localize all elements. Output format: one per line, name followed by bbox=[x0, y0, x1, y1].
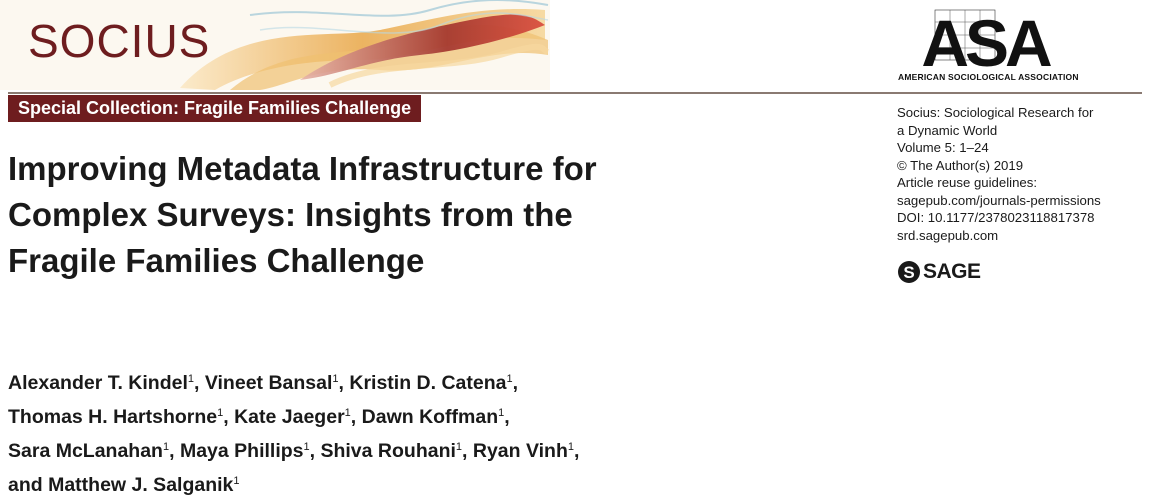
author: Dawn Koffman1, bbox=[362, 406, 510, 428]
header-rule bbox=[8, 92, 1142, 94]
author: Ryan Vinh1, bbox=[473, 440, 580, 462]
asa-caption: AMERICAN SOCIOLOGICAL ASSOCIATION bbox=[898, 72, 1079, 82]
asa-letters: ASA bbox=[921, 6, 1051, 80]
metadata-line: © The Author(s) 2019 bbox=[897, 157, 1024, 173]
author-separator: , bbox=[194, 372, 200, 394]
title-line: Improving Metadata Infrastructure for bbox=[8, 150, 597, 187]
journal-metadata: Socius: Sociological Research for a Dynam… bbox=[897, 104, 1147, 244]
author-name: Maya Phillips bbox=[179, 440, 304, 462]
author-line: and Matthew J. Salganik1 bbox=[8, 466, 888, 500]
author: Shiva Rouhani1, bbox=[320, 440, 467, 462]
article-title: Improving Metadata Infrastructure for Com… bbox=[8, 146, 868, 284]
title-line: Fragile Families Challenge bbox=[8, 242, 425, 279]
author-name: Vineet Bansal bbox=[204, 372, 333, 394]
sage-s-icon: S bbox=[898, 261, 920, 283]
author: Sara McLanahan1, bbox=[8, 440, 175, 462]
title-line: Complex Surveys: Insights from the bbox=[8, 196, 573, 233]
author-name: Dawn Koffman bbox=[361, 406, 499, 428]
author-name: and Matthew J. Salganik bbox=[8, 474, 234, 496]
author-separator: , bbox=[574, 440, 580, 462]
metadata-line: Socius: Sociological Research for bbox=[897, 105, 1094, 120]
author-name: Kristin D. Catena bbox=[349, 372, 507, 394]
author: Vineet Bansal1, bbox=[205, 372, 344, 394]
author-line: Thomas H. Hartshorne1, Kate Jaeger1, Daw… bbox=[8, 398, 888, 432]
author-name: Shiva Rouhani bbox=[320, 440, 456, 462]
metadata-line: Article reuse guidelines: bbox=[897, 175, 1038, 190]
author-separator: , bbox=[338, 372, 344, 394]
author: Kate Jaeger1, bbox=[234, 406, 356, 428]
author-name: Alexander T. Kindel bbox=[8, 372, 188, 394]
metadata-line: a Dynamic World bbox=[897, 122, 998, 138]
collection-label: Special Collection: Fragile Families Cha… bbox=[8, 95, 422, 122]
journal-banner: SOCIUS bbox=[0, 0, 550, 90]
publisher-name: SAGE bbox=[923, 260, 981, 283]
author-name: Ryan Vinh bbox=[472, 440, 568, 462]
author-separator: , bbox=[350, 406, 357, 428]
author-line: Sara McLanahan1, Maya Phillips1, Shiva R… bbox=[8, 432, 888, 466]
metadata-line: srd.sagepub.com bbox=[897, 227, 999, 243]
svg-text:S: S bbox=[903, 263, 914, 282]
author: and Matthew J. Salganik1 bbox=[8, 474, 240, 496]
affiliation-marker: 1 bbox=[233, 475, 240, 487]
author-name: Sara McLanahan bbox=[8, 440, 163, 462]
author-separator: , bbox=[169, 440, 175, 462]
author-separator: , bbox=[512, 372, 519, 394]
metadata-line: Volume 5: 1–24 bbox=[897, 140, 989, 155]
author-separator: , bbox=[309, 440, 316, 462]
author: Kristin D. Catena1, bbox=[349, 372, 518, 394]
author: Maya Phillips1, bbox=[180, 440, 315, 462]
author-separator: , bbox=[462, 440, 468, 462]
author-separator: , bbox=[504, 406, 510, 428]
sage-logo: S SAGE bbox=[897, 259, 981, 285]
journal-name: SOCIUS bbox=[28, 15, 211, 67]
author-name: Thomas H. Hartshorne bbox=[8, 406, 218, 428]
author: Alexander T. Kindel1, bbox=[8, 372, 199, 394]
author-list: Alexander T. Kindel1, Vineet Bansal1, Kr… bbox=[8, 364, 888, 500]
metadata-line: DOI: 10.1177/2378023118817378 bbox=[897, 210, 1095, 225]
author: Thomas H. Hartshorne1, bbox=[8, 406, 229, 428]
metadata-line: sagepub.com/journals-permissions bbox=[897, 192, 1101, 208]
author-name: Kate Jaeger bbox=[234, 406, 345, 428]
author-separator: , bbox=[223, 406, 229, 428]
author-line: Alexander T. Kindel1, Vineet Bansal1, Kr… bbox=[8, 364, 888, 398]
